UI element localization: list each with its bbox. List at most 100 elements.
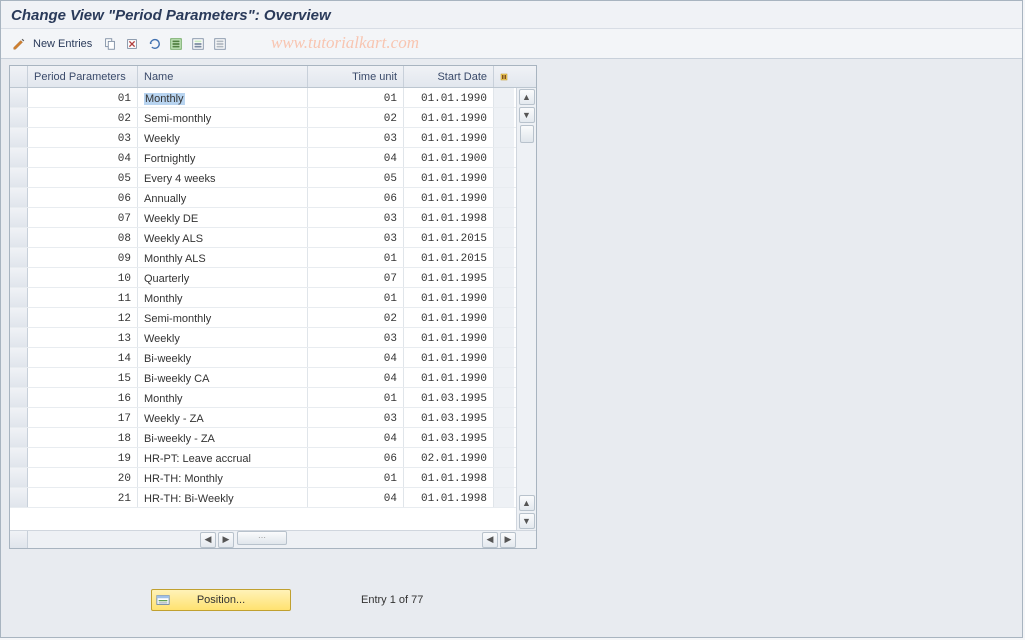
row-selector[interactable] [10,468,28,487]
row-selector[interactable] [10,388,28,407]
table-row[interactable]: 14Bi-weekly0401.01.1990 [10,348,536,368]
cell-name[interactable]: Quarterly [138,268,308,287]
cell-time-unit[interactable]: 04 [308,428,404,447]
row-selector[interactable] [10,128,28,147]
table-row[interactable]: 10Quarterly0701.01.1995 [10,268,536,288]
cell-name[interactable]: Weekly [138,328,308,347]
row-selector[interactable] [10,488,28,507]
cell-period-parameters[interactable]: 09 [28,248,138,267]
cell-name[interactable]: Monthly ALS [138,248,308,267]
cell-start-date[interactable]: 01.01.1990 [404,308,494,327]
cell-time-unit[interactable]: 03 [308,228,404,247]
cell-period-parameters[interactable]: 14 [28,348,138,367]
vertical-scrollbar[interactable]: ▲ ▼ ▲ ▼ [516,88,536,530]
cell-start-date[interactable]: 01.01.1990 [404,368,494,387]
cell-name[interactable]: Every 4 weeks [138,168,308,187]
cell-start-date[interactable]: 01.01.1990 [404,168,494,187]
cell-time-unit[interactable]: 01 [308,468,404,487]
cell-start-date[interactable]: 01.01.1998 [404,468,494,487]
table-row[interactable]: 11Monthly0101.01.1990 [10,288,536,308]
row-selector[interactable] [10,428,28,447]
table-row[interactable]: 13Weekly0301.01.1990 [10,328,536,348]
horizontal-scrollbar[interactable]: ◀ ▶ ⋯ ◀ ▶ [28,531,536,548]
delete-icon[interactable] [122,34,142,54]
cell-name[interactable]: Bi-weekly [138,348,308,367]
cell-period-parameters[interactable]: 18 [28,428,138,447]
cell-time-unit[interactable]: 04 [308,348,404,367]
cell-period-parameters[interactable]: 12 [28,308,138,327]
cell-period-parameters[interactable]: 10 [28,268,138,287]
cell-name[interactable]: Semi-monthly [138,108,308,127]
cell-time-unit[interactable]: 06 [308,188,404,207]
cell-time-unit[interactable]: 01 [308,88,404,107]
cell-period-parameters[interactable]: 01 [28,88,138,107]
position-button[interactable]: Position... [151,589,291,611]
row-selector[interactable] [10,308,28,327]
table-row[interactable]: 04Fortnightly0401.01.1900 [10,148,536,168]
row-selector[interactable] [10,208,28,227]
cell-start-date[interactable]: 02.01.1990 [404,448,494,467]
cell-period-parameters[interactable]: 16 [28,388,138,407]
row-selector[interactable] [10,88,28,107]
cell-start-date[interactable]: 01.01.1990 [404,348,494,367]
table-row[interactable]: 05Every 4 weeks0501.01.1990 [10,168,536,188]
scroll-thumb-h[interactable]: ⋯ [237,531,287,545]
scroll-left-arrow-icon[interactable]: ◀ [200,532,216,548]
scroll-right2-arrow-icon[interactable]: ▶ [500,532,516,548]
scroll-right-arrow-icon[interactable]: ▶ [218,532,234,548]
table-row[interactable]: 16Monthly0101.03.1995 [10,388,536,408]
table-row[interactable]: 07Weekly DE0301.01.1998 [10,208,536,228]
cell-name[interactable]: HR-PT: Leave accrual [138,448,308,467]
cell-name[interactable]: Monthly [138,88,308,107]
cell-time-unit[interactable]: 04 [308,488,404,507]
cell-period-parameters[interactable]: 07 [28,208,138,227]
table-row[interactable]: 08Weekly ALS0301.01.2015 [10,228,536,248]
cell-name[interactable]: Weekly - ZA [138,408,308,427]
new-entries-button[interactable]: New Entries [31,38,98,50]
cell-name[interactable]: Fortnightly [138,148,308,167]
table-row[interactable]: 12Semi-monthly0201.01.1990 [10,308,536,328]
row-selector[interactable] [10,368,28,387]
toggle-display-change-icon[interactable] [9,34,29,54]
cell-start-date[interactable]: 01.01.1990 [404,288,494,307]
cell-name[interactable]: Semi-monthly [138,308,308,327]
cell-time-unit[interactable]: 04 [308,148,404,167]
scroll-down-arrow-icon[interactable]: ▼ [519,107,535,123]
row-selector[interactable] [10,228,28,247]
select-block-icon[interactable] [188,34,208,54]
cell-time-unit[interactable]: 06 [308,448,404,467]
cell-name[interactable]: Weekly ALS [138,228,308,247]
cell-name[interactable]: Weekly DE [138,208,308,227]
cell-time-unit[interactable]: 03 [308,208,404,227]
cell-period-parameters[interactable]: 11 [28,288,138,307]
cell-start-date[interactable]: 01.01.1990 [404,128,494,147]
col-name[interactable]: Name [138,66,308,87]
scroll-down2-arrow-icon[interactable]: ▼ [519,513,535,529]
select-all-rows[interactable] [10,66,28,87]
cell-period-parameters[interactable]: 05 [28,168,138,187]
scroll-left2-arrow-icon[interactable]: ◀ [482,532,498,548]
cell-period-parameters[interactable]: 08 [28,228,138,247]
cell-period-parameters[interactable]: 17 [28,408,138,427]
table-row[interactable]: 17Weekly - ZA0301.03.1995 [10,408,536,428]
col-start-date[interactable]: Start Date [404,66,494,87]
cell-time-unit[interactable]: 05 [308,168,404,187]
cell-name[interactable]: Monthly [138,388,308,407]
table-row[interactable]: 01Monthly0101.01.1990 [10,88,536,108]
cell-start-date[interactable]: 01.01.1900 [404,148,494,167]
select-all-icon[interactable] [166,34,186,54]
cell-period-parameters[interactable]: 19 [28,448,138,467]
cell-name[interactable]: Bi-weekly CA [138,368,308,387]
cell-start-date[interactable]: 01.03.1995 [404,408,494,427]
cell-period-parameters[interactable]: 02 [28,108,138,127]
row-selector[interactable] [10,168,28,187]
cell-start-date[interactable]: 01.01.1998 [404,208,494,227]
cell-period-parameters[interactable]: 20 [28,468,138,487]
table-row[interactable]: 03Weekly0301.01.1990 [10,128,536,148]
table-row[interactable]: 21HR-TH: Bi-Weekly0401.01.1998 [10,488,536,508]
cell-period-parameters[interactable]: 15 [28,368,138,387]
cell-time-unit[interactable]: 02 [308,308,404,327]
deselect-all-icon[interactable] [210,34,230,54]
table-settings-icon[interactable] [494,66,514,87]
cell-name[interactable]: HR-TH: Bi-Weekly [138,488,308,507]
